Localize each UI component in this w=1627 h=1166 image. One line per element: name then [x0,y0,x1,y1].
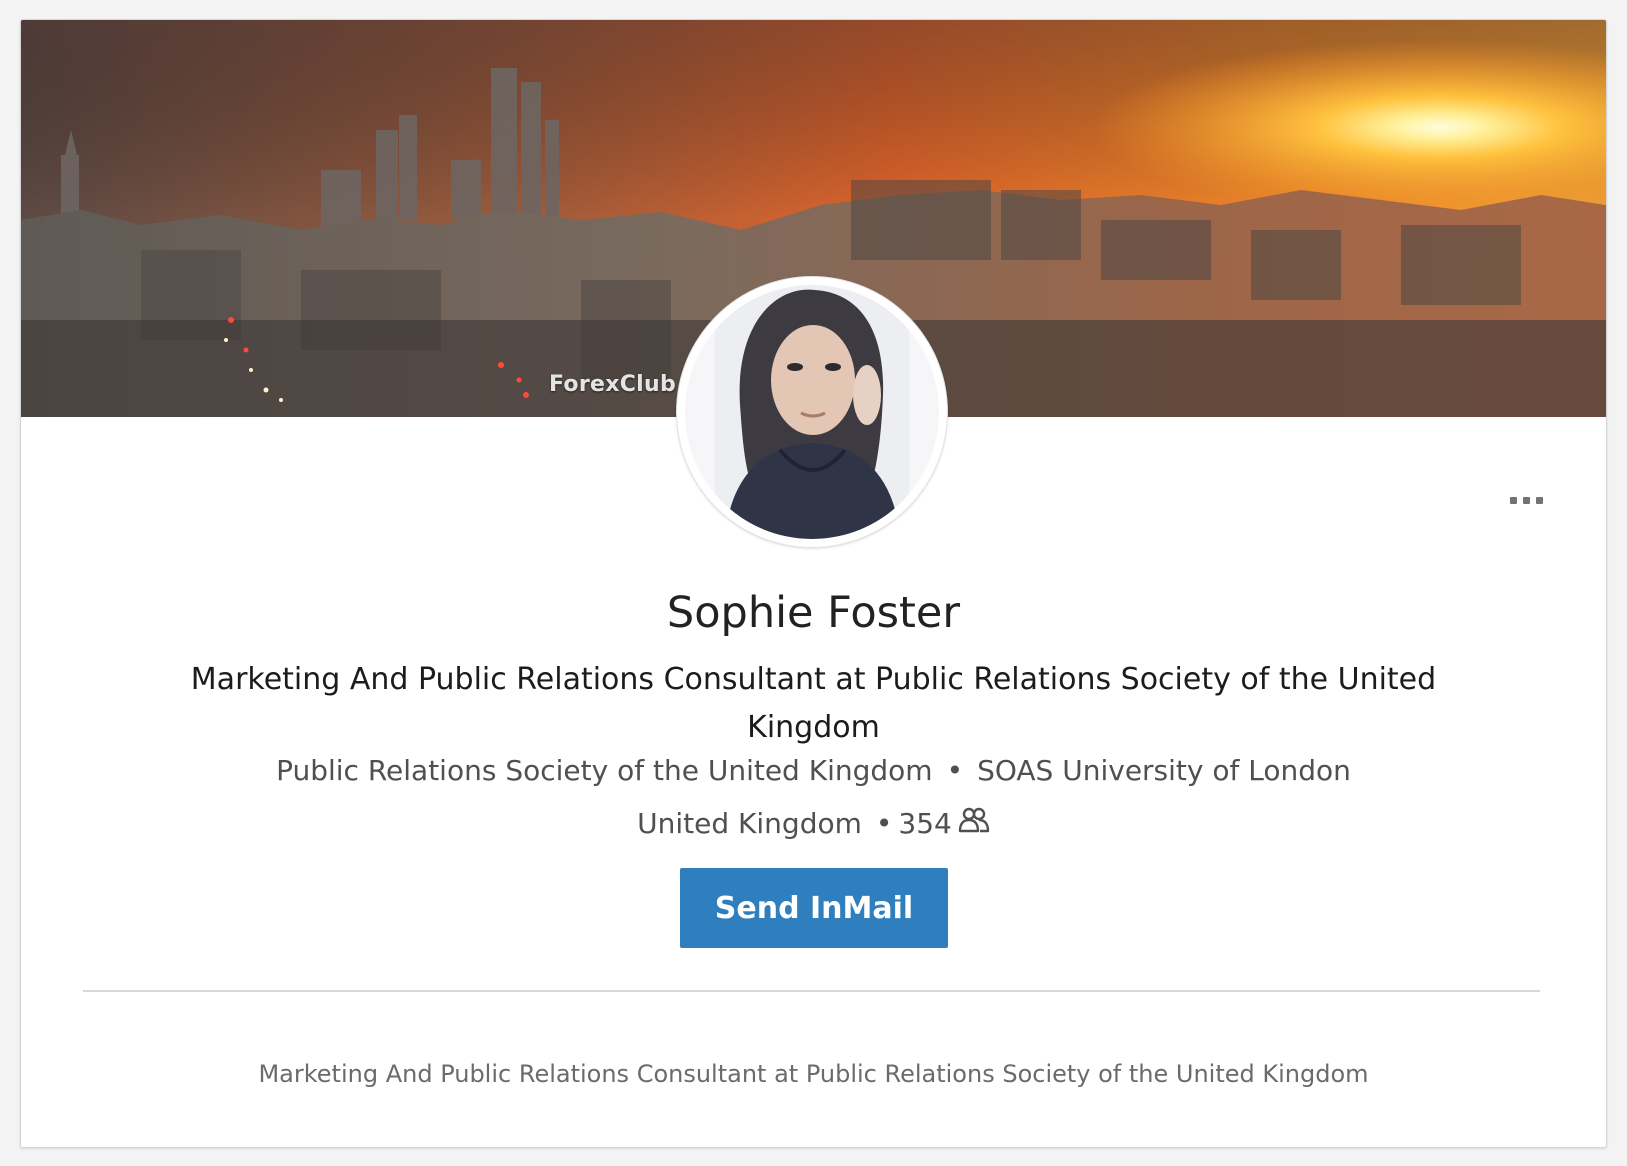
more-options-dot [1535,496,1543,504]
connections-icon [958,807,990,840]
banner-watermark: ForexClub [549,372,677,397]
profile-photo[interactable] [677,277,947,547]
send-inmail-button[interactable]: Send InMail [680,868,948,948]
more-options-dot [1522,496,1530,504]
profile-affiliations: Public Relations Society of the United K… [21,754,1606,787]
education-link[interactable]: SOAS University of London [977,754,1351,787]
section-divider [83,990,1540,992]
connections-count[interactable]: 354 [898,807,951,840]
profile-name: Sophie Foster [666,588,961,638]
profile-summary: Marketing And Public Relations Consultan… [258,1060,1369,1088]
profile-card: ForexClub Sophie Foster Marketing And Pu… [20,19,1607,1148]
location-connections-row: United Kingdom • 354 [21,807,1606,840]
profile-headline: Marketing And Public Relations Consultan… [190,662,1437,745]
profile-location: United Kingdom [637,807,862,840]
current-company-link[interactable]: Public Relations Society of the United K… [276,754,932,787]
more-options-icon [1509,496,1517,504]
affiliation-separator: • [946,754,964,787]
more-options-button[interactable] [1501,490,1551,510]
location-separator: • [875,807,893,840]
